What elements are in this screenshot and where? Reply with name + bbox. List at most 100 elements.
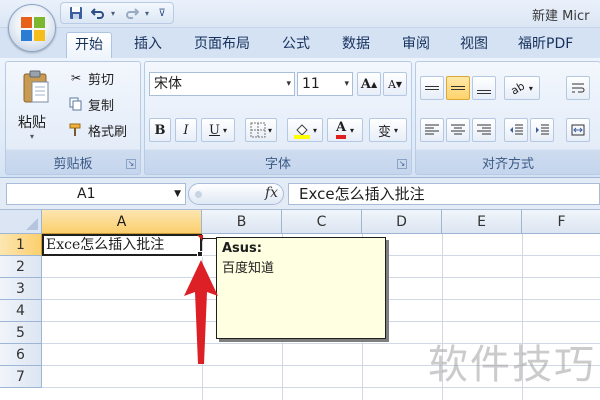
align-top-button[interactable]	[420, 76, 444, 100]
font-size-select[interactable]: 11 ▾	[297, 72, 353, 96]
format-painter-button[interactable]: 格式刷	[68, 119, 127, 141]
tab-review[interactable]: 审阅	[394, 32, 438, 58]
clipboard-group-label: 剪贴板	[53, 157, 93, 172]
decrease-indent-button[interactable]	[504, 118, 528, 142]
watermark: 软件技巧	[428, 342, 596, 388]
column-header-b[interactable]: B	[202, 210, 282, 234]
comment-author: Asus:	[222, 241, 262, 256]
underline-button[interactable]: U ▾	[201, 118, 235, 142]
italic-icon: I	[183, 122, 189, 138]
comment-text: 百度知道	[222, 261, 275, 276]
column-header-f[interactable]: F	[522, 210, 600, 234]
format-painter-label: 格式刷	[88, 124, 128, 140]
font-group: 宋体 ▾ 11 ▾ A ▲ A ▼ B I U ▾ ▾ ▾ A ▾ 变 ▾ 字体…	[144, 61, 412, 175]
wrap-text-button[interactable]	[566, 76, 590, 100]
align-bottom-button[interactable]	[472, 76, 496, 100]
alignment-group-label: 对齐方式	[481, 157, 534, 172]
comment-box[interactable]: Asus: 百度知道	[216, 237, 386, 339]
customize-icon[interactable]: ⊽	[157, 4, 167, 22]
font-color-icon: A	[335, 121, 347, 139]
quick-access-toolbar: ▾ ▾ ⊽	[60, 2, 174, 24]
tab-insert[interactable]: 插入	[126, 32, 170, 58]
ribbon-tabs: 开始 插入 页面布局 公式 数据 审阅 视图 福昕PDF	[0, 28, 600, 58]
tab-formulas[interactable]: 公式	[274, 32, 318, 58]
insert-function-icon[interactable]: fx	[265, 185, 278, 201]
row-header-2[interactable]: 2	[0, 256, 42, 278]
name-box[interactable]: A1 ▼	[6, 183, 186, 205]
align-center-button[interactable]	[446, 118, 470, 142]
undo-dropdown-icon[interactable]: ▾	[111, 9, 119, 18]
redo-dropdown-icon[interactable]: ▾	[145, 9, 153, 18]
save-icon[interactable]	[67, 4, 85, 22]
wrap-text-icon	[572, 83, 585, 93]
font-launcher-icon[interactable]: ↘	[397, 159, 407, 169]
formula-input[interactable]: Exce怎么插入批注	[288, 183, 600, 205]
row-header-3[interactable]: 3	[0, 278, 42, 300]
undo-icon[interactable]	[89, 4, 107, 22]
copy-icon	[68, 96, 84, 112]
align-left-button[interactable]	[420, 118, 444, 142]
red-arrow-annotation-icon	[184, 260, 218, 364]
bold-button[interactable]: B	[149, 118, 171, 142]
name-box-dropdown-icon[interactable]: ▼	[174, 184, 181, 204]
paste-dropdown-icon[interactable]: ▾	[30, 132, 34, 141]
underline-dropdown-icon: ▾	[222, 125, 227, 135]
copy-label: 复制	[88, 98, 115, 114]
formula-bar: A1 ▼ fx Exce怎么插入批注	[0, 178, 600, 210]
format-painter-icon	[68, 122, 84, 138]
alignment-group: ab ▾ 对齐方式	[415, 61, 600, 175]
tab-data[interactable]: 数据	[334, 32, 378, 58]
column-header-d[interactable]: D	[362, 210, 442, 234]
font-name-select[interactable]: 宋体 ▾	[149, 72, 295, 96]
column-header-a[interactable]: A	[42, 210, 202, 234]
orientation-button[interactable]: ab ▾	[504, 76, 540, 100]
tab-home[interactable]: 开始	[66, 32, 112, 58]
font-color-button[interactable]: A ▾	[327, 118, 363, 142]
orientation-dropdown-icon: ▾	[528, 83, 533, 93]
scissors-icon: ✂	[70, 71, 82, 85]
row-header-5[interactable]: 5	[0, 322, 42, 344]
column-header-c[interactable]: C	[282, 210, 362, 234]
title-bar: ▾ ▾ ⊽ 新建 Micr	[0, 0, 600, 28]
name-box-value: A1	[77, 186, 96, 202]
align-right-button[interactable]	[472, 118, 496, 142]
redo-icon[interactable]	[123, 4, 141, 22]
underline-icon: U	[209, 122, 220, 138]
grow-font-button[interactable]: A ▲	[357, 72, 381, 96]
clipboard-icon	[23, 70, 49, 103]
tab-page-layout[interactable]: 页面布局	[186, 32, 258, 58]
office-button[interactable]	[8, 4, 56, 52]
row-header-4[interactable]: 4	[0, 300, 42, 322]
align-middle-button[interactable]	[446, 76, 470, 100]
font-name-dropdown-icon: ▾	[286, 79, 291, 89]
fill-color-icon	[293, 124, 310, 139]
comment-connector	[202, 238, 217, 239]
merge-center-button[interactable]	[566, 118, 590, 142]
increase-indent-button[interactable]	[530, 118, 554, 142]
shrink-font-icon: A	[387, 77, 396, 91]
borders-button[interactable]: ▾	[245, 118, 277, 142]
clipboard-launcher-icon[interactable]: ↘	[126, 159, 136, 169]
cut-button[interactable]: ✂ 剪切	[68, 67, 114, 89]
paste-label: 粘贴	[18, 115, 46, 131]
phonetic-button[interactable]: 变 ▾	[369, 118, 407, 142]
paste-button[interactable]: 粘贴 ▾	[12, 68, 62, 146]
row-header-1[interactable]: 1	[0, 234, 42, 256]
orientation-icon: ab	[508, 78, 528, 98]
ribbon: 粘贴 ▾ ✂ 剪切 复制 格式刷 剪贴板 ↘ 宋体 ▾ 11 ▾ A ▲ A ▼…	[0, 58, 600, 178]
cell-a1[interactable]: Exce怎么插入批注	[42, 234, 202, 256]
tab-foxit-pdf[interactable]: 福昕PDF	[510, 32, 581, 58]
select-all-button[interactable]	[0, 210, 42, 234]
row-header-7[interactable]: 7	[0, 366, 42, 388]
tab-view[interactable]: 视图	[452, 32, 496, 58]
borders-dropdown-icon: ▾	[267, 125, 272, 135]
copy-button[interactable]: 复制	[68, 93, 114, 115]
shrink-font-button[interactable]: A ▼	[383, 72, 407, 96]
italic-button[interactable]: I	[175, 118, 197, 142]
select-all-icon	[26, 218, 38, 230]
increase-indent-icon	[536, 124, 549, 135]
column-header-e[interactable]: E	[442, 210, 522, 234]
expand-handle-icon[interactable]	[195, 191, 202, 198]
fill-color-button[interactable]: ▾	[287, 118, 323, 142]
row-header-6[interactable]: 6	[0, 344, 42, 366]
